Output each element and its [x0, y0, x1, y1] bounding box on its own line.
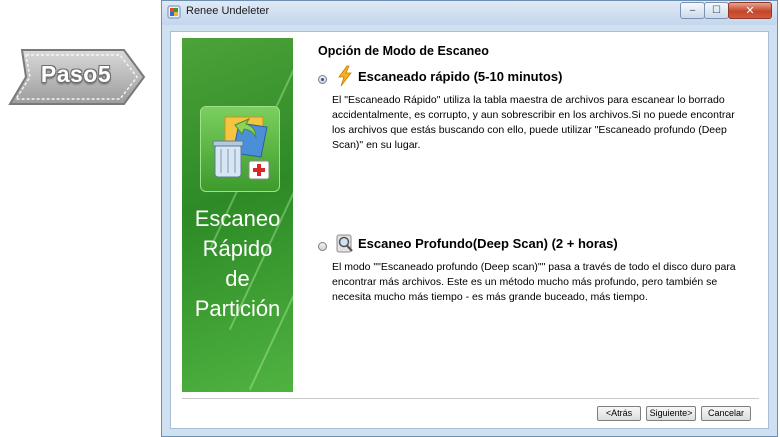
- maximize-button[interactable]: ☐: [704, 2, 729, 19]
- section-title: Opción de Modo de Escaneo: [318, 44, 489, 58]
- side-panel: Escaneo Rápido de Partición: [182, 38, 293, 392]
- lightning-icon: [338, 65, 352, 87]
- close-button[interactable]: ✕: [728, 2, 772, 19]
- title-bar[interactable]: Renee Undeleter ‒ ☐ ✕: [162, 1, 777, 25]
- side-panel-title: Escaneo Rápido de Partición: [194, 206, 281, 321]
- quick-scan-description: El "Escaneado Rápido" utiliza la tabla m…: [332, 94, 735, 151]
- quick-scan-radio[interactable]: [318, 75, 327, 84]
- magnifier-icon: [336, 234, 353, 253]
- next-button[interactable]: Siguiente>: [646, 406, 696, 421]
- step-label: Paso5: [40, 61, 112, 87]
- step-badge: Paso5: [8, 46, 148, 108]
- footer-separator: [182, 398, 759, 399]
- minimize-button[interactable]: ‒: [680, 2, 705, 19]
- app-icon: [167, 5, 181, 19]
- cancel-button[interactable]: Cancelar: [701, 406, 751, 421]
- deep-scan-description: El modo ""Escaneado profundo (Deep scan)…: [332, 261, 736, 303]
- wizard-window: Renee Undeleter ‒ ☐ ✕ Escaneo Rápido de …: [161, 0, 778, 437]
- deep-scan-title[interactable]: Escaneo Profundo(Deep Scan) (2 + horas): [358, 236, 618, 251]
- recycle-bin-recovery-icon: [212, 116, 270, 180]
- window-title: Renee Undeleter: [186, 5, 270, 17]
- back-button[interactable]: <Atrás: [597, 406, 641, 421]
- deep-scan-radio[interactable]: [318, 242, 327, 251]
- wizard-body: Escaneo Rápido de Partición Opción de Mo…: [170, 31, 769, 429]
- feature-tile: [200, 106, 280, 192]
- quick-scan-title[interactable]: Escaneado rápido (5-10 minutos): [358, 69, 562, 84]
